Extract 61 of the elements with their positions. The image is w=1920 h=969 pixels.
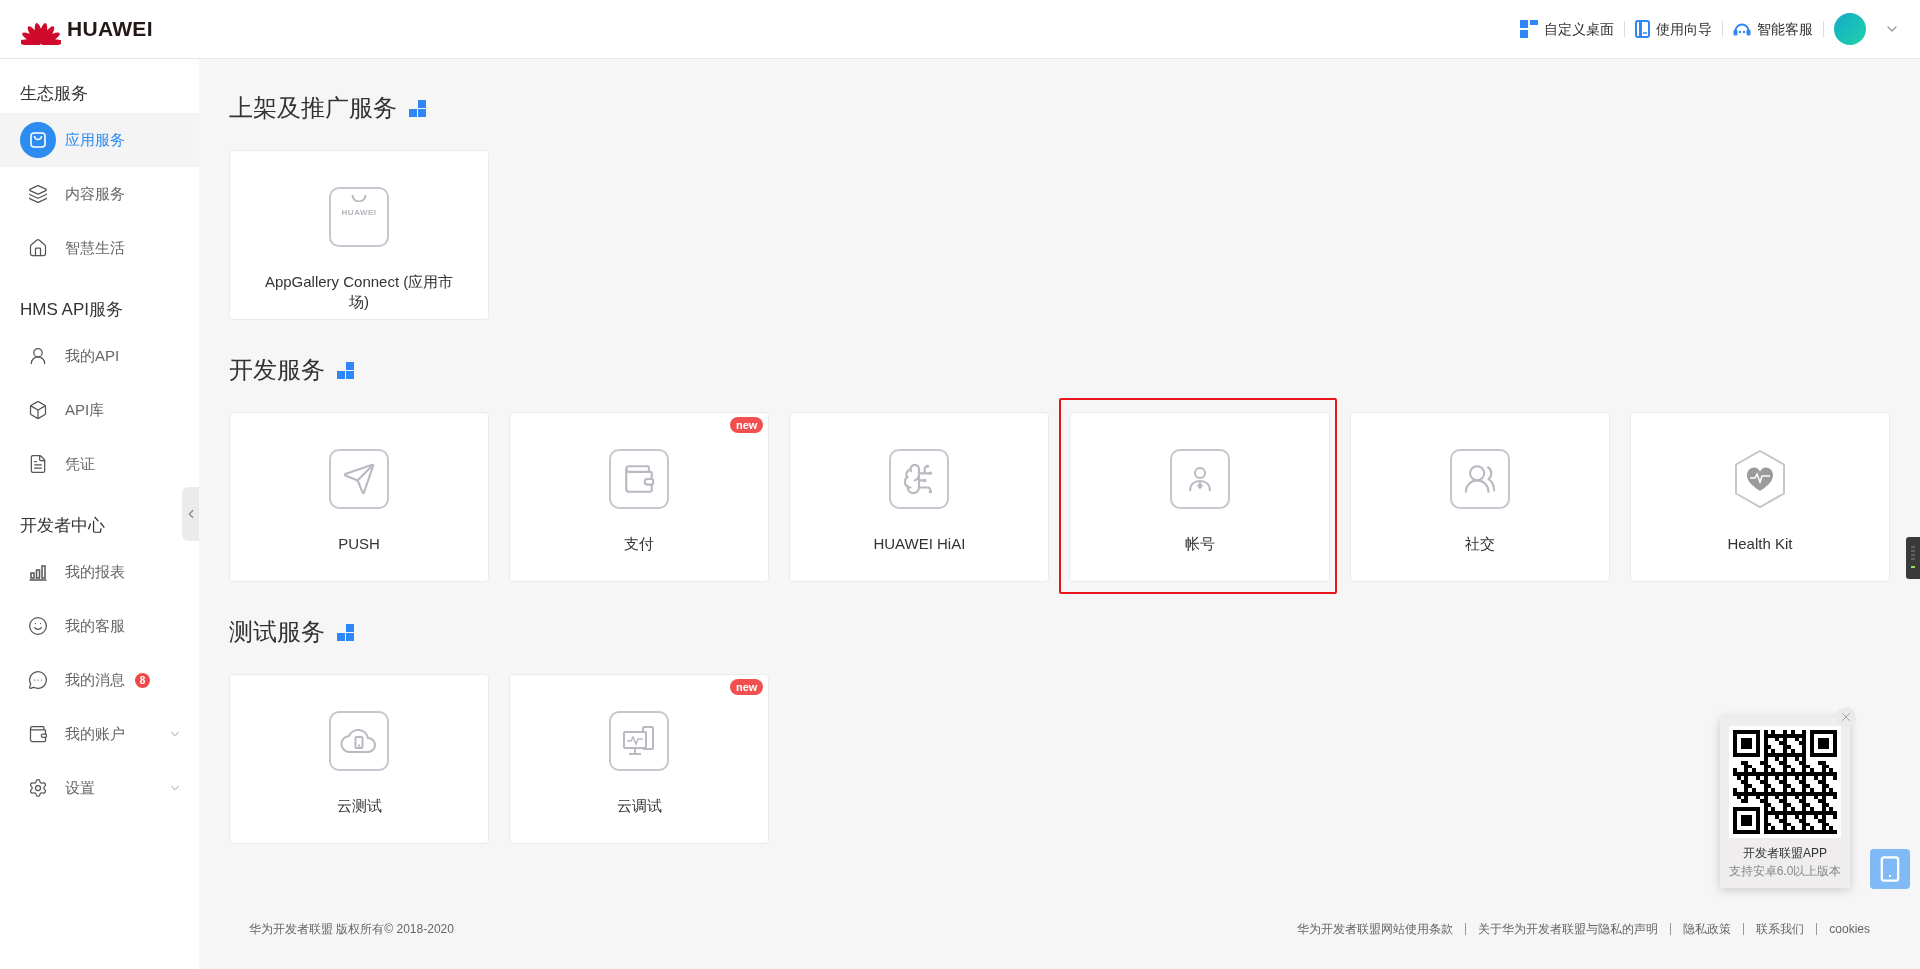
brand-name: HUAWEI bbox=[67, 16, 153, 43]
bar-chart-icon bbox=[28, 562, 48, 582]
footer-link[interactable]: 关于华为开发者联盟与隐私的声明 bbox=[1478, 920, 1659, 938]
layers-icon bbox=[28, 184, 48, 204]
service-card[interactable]: PUSH bbox=[229, 412, 490, 582]
count-badge: 8 bbox=[135, 672, 150, 688]
logo-text: HUAWEI bbox=[341, 208, 377, 217]
headset-icon bbox=[1733, 21, 1751, 37]
service-card[interactable]: 社交 bbox=[1349, 412, 1610, 582]
book-icon bbox=[1635, 20, 1650, 38]
service-card[interactable]: Health Kit bbox=[1629, 412, 1890, 582]
person-icon bbox=[1169, 449, 1230, 509]
section-heading: 开发者中心 bbox=[20, 516, 105, 536]
service-card[interactable]: 云测试 bbox=[229, 674, 490, 844]
handle-arc-icon bbox=[351, 194, 368, 202]
footer-link[interactable]: 华为开发者联盟网站使用条款 bbox=[1297, 920, 1454, 938]
avatar[interactable] bbox=[1834, 13, 1866, 45]
copyright-text: 华为开发者联盟 版权所有© 2018-2020 bbox=[249, 921, 454, 938]
sidebar-item[interactable]: 应用服务 bbox=[0, 113, 199, 167]
section-heading: HMS API服务 bbox=[20, 300, 123, 320]
new-badge: new bbox=[729, 417, 764, 433]
grid-icon bbox=[1520, 20, 1538, 38]
header-link[interactable]: 智能客服 bbox=[1733, 18, 1813, 40]
brain-circuit-icon bbox=[889, 449, 950, 509]
blocks-icon bbox=[337, 623, 354, 641]
wallet-icon bbox=[609, 449, 670, 509]
phone-button[interactable] bbox=[1870, 849, 1910, 889]
footer-link[interactable]: 联系我们 bbox=[1756, 920, 1805, 938]
footer-link[interactable]: cookies bbox=[1829, 920, 1870, 938]
shopping-bag-icon bbox=[20, 122, 56, 158]
section-heading: 生态服务 bbox=[20, 84, 88, 104]
blocks-icon bbox=[409, 99, 426, 117]
heart-hexagon-icon bbox=[1733, 449, 1786, 509]
section-title: 上架及推广服务 bbox=[229, 93, 397, 123]
service-card[interactable]: HUAWEI AppGallery Connect (应用市场) bbox=[229, 150, 490, 320]
header-link[interactable]: 自定义桌面 bbox=[1520, 18, 1614, 40]
document-icon bbox=[28, 454, 48, 474]
popup-title: 开发者联盟APP bbox=[1743, 845, 1827, 862]
house-icon bbox=[28, 238, 48, 258]
wallet-icon bbox=[28, 724, 48, 744]
monitor-chart-icon bbox=[609, 711, 670, 771]
section-title: 开发服务 bbox=[229, 355, 325, 385]
section-title: 测试服务 bbox=[229, 617, 325, 647]
new-badge: new bbox=[729, 679, 764, 695]
settings-icon bbox=[28, 778, 48, 798]
header-link[interactable]: 使用向导 bbox=[1635, 18, 1712, 40]
paper-plane-icon bbox=[329, 449, 390, 509]
service-card[interactable]: HUAWEI HiAI bbox=[789, 412, 1050, 582]
blocks-icon bbox=[337, 361, 354, 379]
close-icon bbox=[1839, 710, 1853, 724]
two-people-icon bbox=[1449, 449, 1510, 509]
side-handle-icon[interactable] bbox=[1906, 537, 1920, 579]
collapse-button[interactable] bbox=[182, 487, 199, 541]
footer-link[interactable]: 隐私政策 bbox=[1683, 920, 1732, 938]
user-icon bbox=[28, 346, 48, 366]
smiley-icon bbox=[28, 616, 48, 636]
chat-bubble-icon bbox=[28, 670, 48, 690]
popup-subtitle: 支持安卓6.0以上版本 bbox=[1728, 863, 1842, 880]
box-icon bbox=[28, 400, 48, 420]
service-card[interactable]: 帐号 bbox=[1069, 412, 1330, 582]
cloud-phone-icon bbox=[329, 711, 390, 771]
